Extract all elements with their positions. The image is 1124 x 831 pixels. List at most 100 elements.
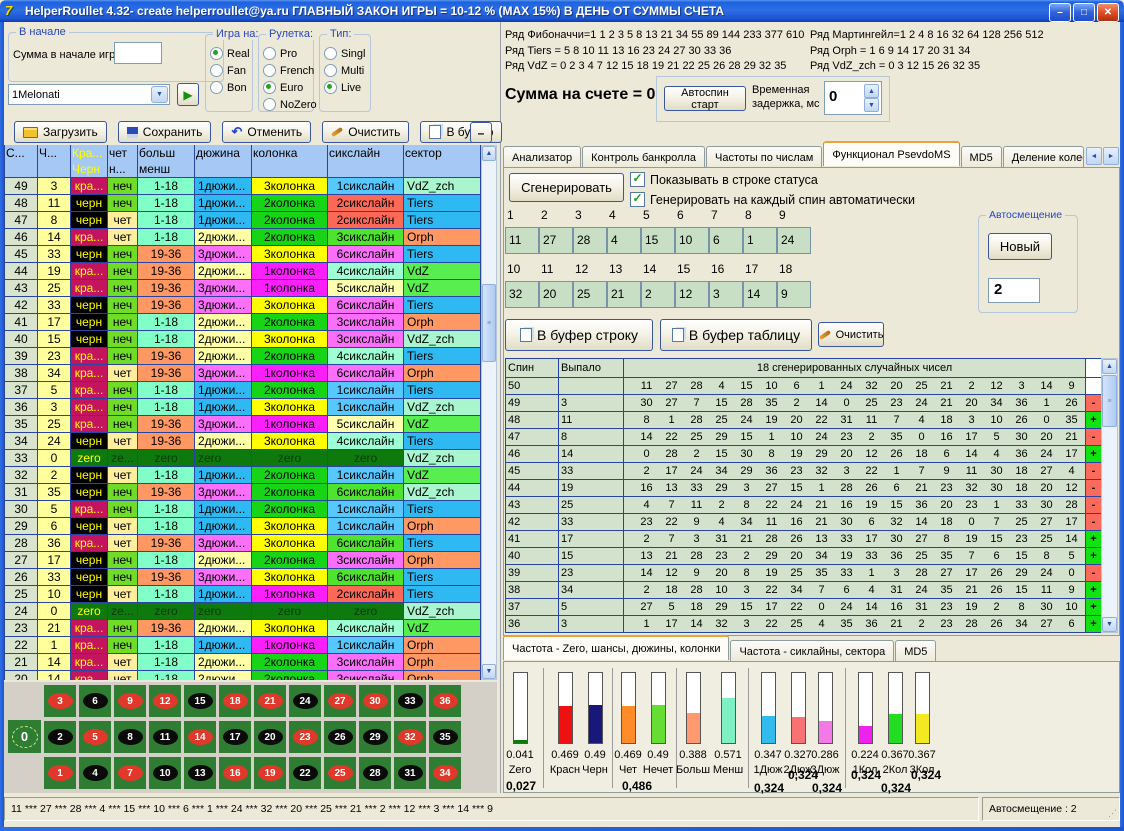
maximize-button[interactable]: □ [1073,3,1095,22]
buffer-table-button[interactable]: В буфер таблицу [660,319,812,351]
history-row[interactable]: 3525кра...неч19-363дюжи...1колонка5сиксл… [5,416,481,433]
roulette-number-cell[interactable]: 23 [289,721,321,753]
offset-new-button[interactable]: Новый [988,233,1052,260]
minimize-button[interactable]: – [1049,3,1071,22]
spin-row[interactable]: 46140282153081929201226186144362417+ [506,446,1102,463]
roulette-number-cell[interactable]: 10 [149,757,181,789]
history-row[interactable]: 2633черннеч19-363дюжи...3колонка6сикслай… [5,569,481,586]
roulette-number-cell[interactable]: 20 [254,721,286,753]
roulette-number-cell[interactable]: 29 [359,721,391,753]
history-row[interactable]: 296чернчет1-181дюжи...3колонка1сикслайнO… [5,518,481,535]
roulette-number-cell[interactable]: 3 [44,685,76,717]
spin-row[interactable]: 3834218281032234764312435212615119+ [506,582,1102,599]
history-row[interactable]: 478чернчет1-181дюжи...2колонка2сикслайнT… [5,212,481,229]
history-row[interactable]: 3834кра...чет19-363дюжи...1колонка6сиксл… [5,365,481,382]
spin-row[interactable]: 39231412920819253533132827172629240- [506,565,1102,582]
roulette-number-cell[interactable]: 8 [114,721,146,753]
history-scrollbar[interactable]: ▲ ≡ ▼ [481,145,497,680]
spinner-down-icon[interactable]: ▼ [864,98,879,112]
radio-option-Real[interactable]: Real [210,45,252,62]
history-row[interactable]: 4614кра...чет1-182дюжи...2колонка3сиксла… [5,229,481,246]
spin-scrollbar[interactable]: ▲ ≡ ▼ [1101,358,1118,633]
clear-generated-button[interactable]: Очистить [818,322,884,347]
tab-scroll-left-icon[interactable]: ◄ [1086,147,1102,165]
roulette-number-cell[interactable]: 7 [114,757,146,789]
roulette-number-cell[interactable]: 33 [394,685,426,717]
roulette-number-cell[interactable]: 35 [429,721,461,753]
history-row[interactable]: 2114кра...чет1-182дюжи...2колонка3сиксла… [5,654,481,671]
collapse-button[interactable]: – [470,122,492,143]
autospin-start-button[interactable]: Автоспин старт [664,86,746,111]
history-row[interactable]: 4233черннеч19-363дюжи...3колонка6сикслай… [5,297,481,314]
roulette-number-cell[interactable]: 36 [429,685,461,717]
history-row[interactable]: 4533черннеч19-363дюжи...3колонка6сикслай… [5,246,481,263]
radio-option-French[interactable]: French [263,62,313,79]
history-row[interactable]: 240zeroze...zerozerozerozeroVdZ_zch [5,603,481,620]
history-row[interactable]: 2014кра...чет1-182дюжи...2колонка3сиксла… [5,671,481,680]
close-button[interactable]: ✕ [1097,3,1119,22]
scroll-up-icon[interactable]: ▲ [482,146,496,161]
roulette-number-cell[interactable]: 12 [149,685,181,717]
history-row[interactable]: 375кра...неч1-181дюжи...2колонка1сикслай… [5,382,481,399]
roulette-number-cell[interactable]: 27 [324,685,356,717]
history-row[interactable]: 3424чернчет19-362дюжи...3колонка4сикслай… [5,433,481,450]
roulette-number-cell[interactable]: 17 [219,721,251,753]
toolbar-button-save[interactable]: Сохранить [118,121,212,143]
tab-1[interactable]: Анализатор [503,146,581,168]
play-button[interactable]: ▶ [177,83,199,106]
radio-option-Live[interactable]: Live [324,79,370,96]
tab-2[interactable]: Контроль банкролла [582,146,705,168]
tab-scroll-right-icon[interactable]: ► [1103,147,1119,165]
spin-row[interactable]: 43254711282224211619153620231333028- [506,497,1102,514]
spin-row[interactable]: 49330277152835214025232421203436126- [506,395,1102,412]
roulette-number-cell[interactable]: 28 [359,757,391,789]
radio-option-Fan[interactable]: Fan [210,62,252,79]
tab-6[interactable]: Деление колеса на [1003,146,1084,168]
roulette-number-cell[interactable]: 6 [79,685,111,717]
history-row[interactable]: 2510чернчет1-181дюжи...1колонка2сикслайн… [5,586,481,603]
spin-row[interactable]: 411727331212826133317302781915232514+ [506,531,1102,548]
spin-row[interactable]: 4419161333293271512826621233230182012- [506,480,1102,497]
history-row[interactable]: 4419кра...неч19-362дюжи...1колонка4сиксл… [5,263,481,280]
start-sum-input[interactable] [114,42,162,64]
roulette-number-cell[interactable]: 11 [149,721,181,753]
spin-row[interactable]: 42332322943411162130632141807252717- [506,514,1102,531]
combobox-dropdown-icon[interactable]: ▼ [151,86,168,103]
radio-option-Pro[interactable]: Pro [263,45,313,62]
history-row[interactable]: 493кра...неч1-181дюжи...3колонка1сикслай… [5,178,481,195]
roulette-number-cell[interactable]: 31 [394,757,426,789]
roulette-number-cell[interactable]: 19 [254,757,286,789]
toolbar-button-open-folder[interactable]: Загрузить [14,121,107,143]
history-row[interactable]: 330zeroze...zerozerozerozeroVdZ_zch [5,450,481,467]
spin-row[interactable]: 4811812825241920223111741831026035+ [506,412,1102,429]
spin-row[interactable]: 37527518291517220241416312319283010+ [506,599,1102,616]
freq-tab-2[interactable]: Частота - сиклайны, сектора [730,640,894,662]
roulette-number-cell[interactable]: 14 [184,721,216,753]
tab-4[interactable]: Функционал PsevdoMS [823,141,959,166]
spin-scrollbar-thumb[interactable]: ≡ [1102,375,1117,427]
buffer-row-button[interactable]: В буфер строку [505,319,653,351]
radio-option-NoZero[interactable]: NoZero [263,96,313,113]
offset-value-box[interactable]: 2 [988,278,1040,303]
tab-5[interactable]: MD5 [961,146,1002,168]
history-row[interactable]: 2321кра...неч19-362дюжи...3колонка4сиксл… [5,620,481,637]
roulette-number-cell[interactable]: 34 [429,757,461,789]
title-bar[interactable]: 7 HelperRoullet 4.32- create helperroull… [0,0,1124,22]
spinner-up-icon[interactable]: ▲ [864,84,879,98]
history-row[interactable]: 3135черннеч19-363дюжи...2колонка6сикслай… [5,484,481,501]
history-row[interactable]: 2717черннеч1-182дюжи...2колонка3сикслайн… [5,552,481,569]
history-row[interactable]: 2836кра...чет19-363дюжи...3колонка6сиксл… [5,535,481,552]
roulette-number-cell[interactable]: 13 [184,757,216,789]
roulette-number-cell[interactable]: 25 [324,757,356,789]
generate-button[interactable]: Сгенерировать [509,173,624,202]
history-scrollbar-thumb[interactable]: ≡ [482,284,496,362]
spin-row[interactable]: 40151321282322920341933362535761585+ [506,548,1102,565]
roulette-number-cell[interactable]: 32 [394,721,426,753]
radio-option-Euro[interactable]: Euro [263,79,313,96]
roulette-number-cell[interactable]: 22 [289,757,321,789]
roulette-number-cell[interactable]: 9 [114,685,146,717]
history-row[interactable]: 363кра...неч1-181дюжи...3колонка1сикслай… [5,399,481,416]
delay-spinner[interactable]: 0 ▲ ▼ [824,81,882,115]
freq-tab-3[interactable]: MD5 [895,640,936,662]
roulette-number-cell[interactable]: 30 [359,685,391,717]
